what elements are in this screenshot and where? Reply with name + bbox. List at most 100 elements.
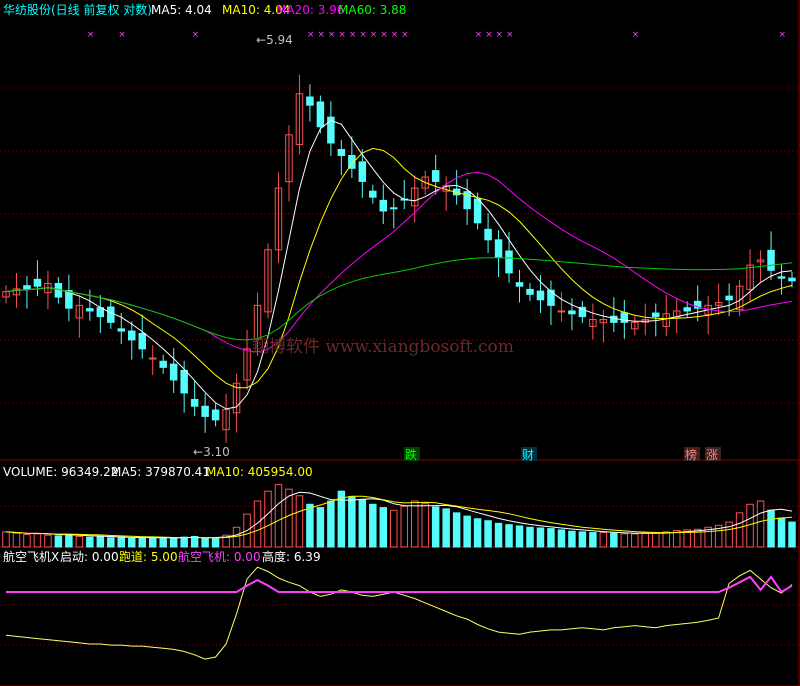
watermark: 翔博软件 www.xiangbosoft.com bbox=[252, 337, 514, 357]
candle-body bbox=[494, 239, 503, 258]
signal-marker: × bbox=[349, 30, 357, 40]
signal-marker: × bbox=[370, 30, 378, 40]
candle-body bbox=[128, 330, 136, 341]
signal-marker: × bbox=[118, 30, 126, 40]
candle-body bbox=[568, 310, 576, 315]
candle-body bbox=[190, 398, 199, 407]
candle-body bbox=[148, 357, 157, 360]
candle-body bbox=[505, 250, 513, 274]
event-marker-cai: 财 bbox=[521, 447, 537, 462]
volume-bar bbox=[589, 532, 597, 548]
indicator-lines[interactable] bbox=[5, 566, 793, 660]
height-line bbox=[5, 566, 793, 660]
candle-body bbox=[107, 306, 115, 323]
event-marker-zhang: 涨 bbox=[705, 447, 721, 462]
volume-bar bbox=[295, 495, 304, 548]
signal-marker: × bbox=[328, 30, 336, 40]
readout-height: 高度: 6.39 bbox=[262, 549, 321, 564]
volume-bar bbox=[505, 524, 513, 548]
candle-body bbox=[390, 207, 398, 210]
volume-bar bbox=[54, 535, 63, 548]
volume-bar bbox=[390, 509, 398, 548]
signal-marker: × bbox=[317, 30, 325, 40]
volume-bar bbox=[463, 515, 471, 548]
volume-bar bbox=[306, 503, 314, 548]
volume-bar bbox=[128, 537, 136, 548]
signal-marker: × bbox=[359, 30, 367, 40]
volume-bar bbox=[631, 533, 639, 548]
volume-bar bbox=[274, 484, 283, 548]
ma60-label: MA60: 3.88 bbox=[338, 3, 406, 17]
candle-body bbox=[180, 369, 188, 394]
signal-marker: × bbox=[338, 30, 346, 40]
volume-bar bbox=[473, 518, 482, 548]
readout-runway: 跑道: 5.00 bbox=[119, 550, 178, 564]
low-price-label: ←3.10 bbox=[193, 445, 230, 459]
volume-bar bbox=[788, 521, 796, 548]
volume-bar bbox=[316, 507, 325, 548]
svg-text:财: 财 bbox=[522, 448, 534, 462]
candle-body bbox=[211, 409, 220, 421]
price-panel[interactable]: × × × × × × × × × × × × × × × × × × × bbox=[2, 30, 796, 443]
price-header: 华纺股份(日线 前复权 对数) MA5: 4.04 MA10: 4.04 MA2… bbox=[3, 2, 406, 17]
volume-bar bbox=[484, 520, 492, 548]
volume-bar bbox=[526, 526, 534, 548]
volume-ma10-label: MA10: 405954.00 bbox=[206, 465, 313, 479]
volume-bar bbox=[327, 500, 335, 548]
signal-marker: × bbox=[496, 30, 504, 40]
signal-marker: × bbox=[87, 30, 95, 40]
candle-body bbox=[788, 277, 796, 282]
volume-bar bbox=[431, 506, 440, 548]
ma20-line bbox=[5, 171, 793, 353]
volume-bar bbox=[400, 505, 408, 548]
aircraft-line bbox=[6, 575, 793, 594]
event-marker-die: 跌 bbox=[404, 447, 420, 462]
volume-bar bbox=[442, 508, 450, 548]
volume-bar bbox=[662, 531, 670, 548]
candle-body bbox=[431, 170, 440, 182]
candle-body bbox=[620, 312, 629, 323]
readout-aircraft: 航空飞机: 0.00 bbox=[178, 549, 261, 564]
volume-ma5-label: MA5: 379870.41 bbox=[111, 465, 210, 479]
volume-bar bbox=[452, 512, 461, 548]
volume-label: VOLUME: 96349.22 bbox=[3, 465, 118, 479]
candle-body bbox=[725, 295, 733, 301]
indicator-header: 航空飞机X 启动: 0.00 跑道: 5.00 航空飞机: 0.00 高度: 6… bbox=[3, 549, 321, 564]
volume-bar bbox=[557, 529, 566, 548]
stock-chart[interactable]: × × × × × × × × × × × × × × × × × × × 华纺股份(日线 前复权 对数) MA5:… bbox=[0, 0, 800, 686]
candle-body bbox=[484, 228, 492, 241]
candle-body bbox=[138, 332, 146, 350]
volume-bar bbox=[65, 534, 73, 548]
volume-bar bbox=[96, 535, 105, 548]
volume-bar bbox=[735, 512, 744, 548]
signal-marker: × bbox=[779, 30, 787, 40]
signal-marker: × bbox=[632, 30, 640, 40]
candles bbox=[2, 74, 796, 443]
signal-marker: × bbox=[380, 30, 388, 40]
volume-bar bbox=[148, 536, 157, 548]
high-price-label: ←5.94 bbox=[256, 33, 293, 47]
moving-average-lines bbox=[5, 119, 793, 410]
candle-body bbox=[379, 199, 388, 212]
ma60-line bbox=[5, 257, 793, 341]
signal-marker: × bbox=[506, 30, 514, 40]
ma20-label: MA20: 3.96 bbox=[276, 3, 344, 17]
candle-body bbox=[557, 310, 566, 313]
volume-bar bbox=[379, 507, 388, 548]
candle-body bbox=[610, 315, 618, 323]
signal-marker: × bbox=[475, 30, 483, 40]
volume-bar bbox=[33, 533, 42, 548]
signal-marker: × bbox=[485, 30, 493, 40]
volume-bars[interactable] bbox=[2, 484, 796, 548]
volume-bar bbox=[410, 500, 419, 548]
candle-body bbox=[23, 285, 31, 290]
event-marker-bang: 榜 bbox=[684, 447, 700, 462]
chart-title: 华纺股份(日线 前复权 对数) bbox=[3, 2, 152, 17]
candle-body bbox=[369, 190, 377, 198]
volume-ma10-line bbox=[5, 495, 793, 539]
indicator-name: 航空飞机X bbox=[3, 549, 59, 564]
volume-bar bbox=[12, 532, 21, 548]
volume-bar bbox=[211, 537, 220, 548]
volume-bar bbox=[578, 531, 587, 548]
candle-body bbox=[536, 290, 545, 301]
